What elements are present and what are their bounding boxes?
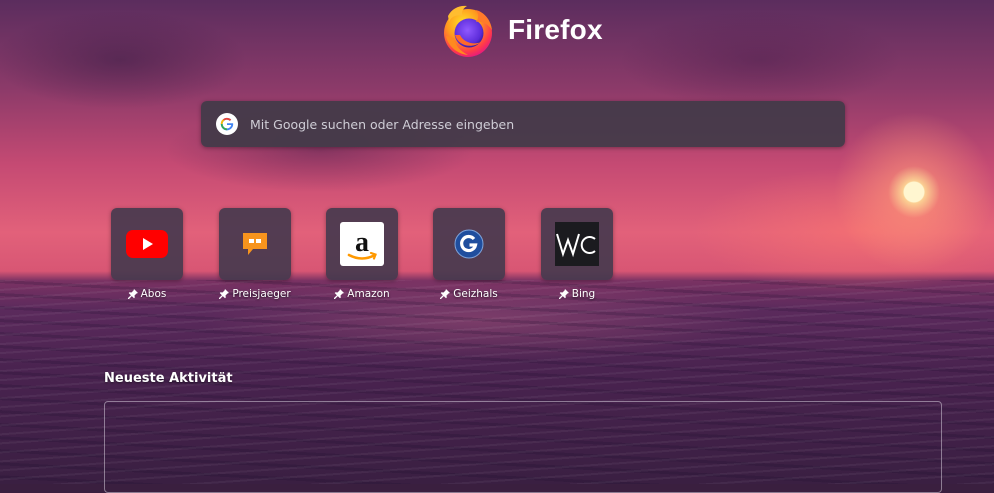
activity-section-title: Neueste Aktivität <box>104 371 233 386</box>
preisjaeger-icon <box>243 233 267 255</box>
top-site-bing[interactable]: Bing <box>532 208 622 308</box>
top-site-amazon[interactable]: a Amazon <box>317 208 407 308</box>
top-site-label: Preisjaeger <box>232 288 291 300</box>
pin-icon <box>334 289 345 299</box>
firefox-logo-icon <box>444 5 492 57</box>
top-site-tile[interactable] <box>219 208 291 280</box>
top-site-tile[interactable] <box>541 208 613 280</box>
top-site-abos[interactable]: Abos <box>102 208 192 308</box>
top-site-tile[interactable]: a <box>326 208 398 280</box>
pin-icon <box>440 289 451 299</box>
google-icon <box>216 113 238 135</box>
top-site-tile[interactable] <box>111 208 183 280</box>
brand-name: Firefox <box>508 14 603 45</box>
search-bar[interactable] <box>201 101 845 147</box>
firefox-brand: Firefox <box>440 0 603 60</box>
top-site-label: Geizhals <box>453 288 498 300</box>
svg-text:a: a <box>355 227 369 258</box>
activity-panel <box>104 401 942 493</box>
geizhals-icon <box>454 229 484 259</box>
top-site-label: Bing <box>571 288 596 300</box>
top-site-label: Amazon <box>347 288 390 300</box>
top-site-tile[interactable] <box>433 208 505 280</box>
youtube-icon <box>126 230 168 258</box>
top-site-preisjaeger[interactable]: Preisjaeger <box>210 208 300 308</box>
pin-icon <box>558 289 569 299</box>
pin-icon <box>219 289 230 299</box>
top-site-label: Abos <box>140 288 167 300</box>
top-site-geizhals[interactable]: Geizhals <box>424 208 514 308</box>
search-input[interactable] <box>248 108 833 140</box>
pin-icon <box>127 289 138 299</box>
amazon-icon: a <box>340 222 384 266</box>
bing-icon <box>555 222 599 266</box>
